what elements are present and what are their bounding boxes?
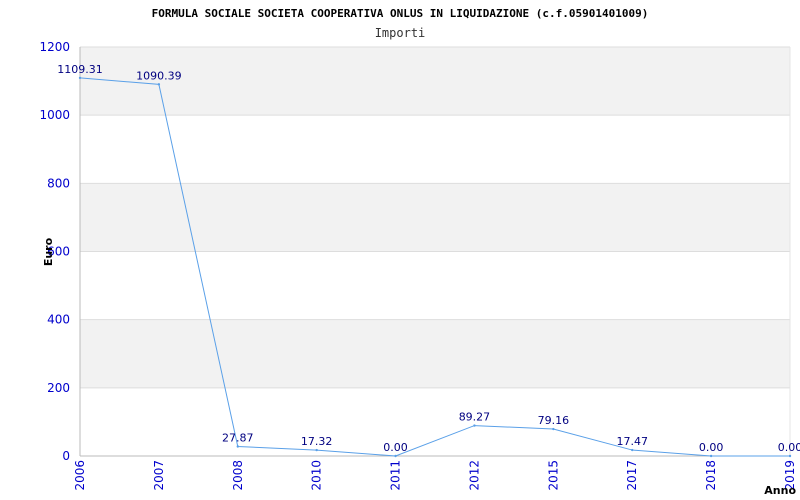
data-point — [709, 454, 713, 458]
data-label: 27.87 — [222, 432, 254, 445]
data-label: 1109.31 — [57, 63, 103, 76]
data-point — [236, 445, 239, 448]
data-label: 1090.39 — [136, 69, 182, 82]
y-tick-label: 0 — [62, 449, 70, 463]
line-chart: FORMULA SOCIALE SOCIETA COOPERATIVA ONLU… — [39, 7, 800, 497]
grid-band — [80, 319, 790, 388]
grid-bands — [80, 47, 790, 388]
data-points — [78, 76, 792, 458]
grid-band — [80, 183, 790, 252]
x-axis-label: Anno — [764, 484, 796, 497]
x-tick-label: 2010 — [310, 460, 324, 491]
x-tick-label: 2011 — [389, 460, 403, 491]
data-labels: 1109.31 1090.39 27.87 17.32 0.00 89.27 79.16 17… — [57, 63, 800, 454]
data-label: 0.00 — [383, 441, 408, 454]
data-label: 17.47 — [616, 435, 648, 448]
data-point — [631, 448, 634, 452]
data-label: 17.32 — [301, 435, 333, 448]
data-point — [78, 76, 82, 80]
y-tick-label: 200 — [47, 381, 70, 395]
y-tick-label: 800 — [47, 176, 70, 190]
data-point — [157, 83, 161, 86]
x-tick-label: 2017 — [625, 460, 639, 491]
data-point — [552, 427, 555, 431]
x-tick-label: 2012 — [467, 460, 481, 491]
data-label: 0.00 — [778, 441, 800, 454]
data-point — [788, 454, 792, 458]
y-tick-label: 1200 — [39, 40, 70, 54]
x-axis-ticks: 2006 2007 2008 2010 2011 2012 2015 2017 2018 2019 — [73, 460, 797, 491]
y-tick-label: 1000 — [39, 108, 70, 122]
x-tick-label: 2018 — [704, 460, 718, 491]
data-label: 0.00 — [699, 441, 724, 454]
series-line — [79, 77, 790, 457]
x-tick-label: 2015 — [546, 460, 560, 491]
series-line-path — [79, 77, 790, 457]
y-tick-label: 400 — [47, 313, 70, 327]
x-tick-label: 2007 — [152, 460, 166, 491]
x-tick-label: 2006 — [73, 460, 87, 491]
grid-band — [80, 47, 790, 116]
chart-title: FORMULA SOCIALE SOCIETA COOPERATIVA ONLU… — [152, 7, 649, 20]
x-tick-label: 2008 — [231, 460, 245, 491]
y-axis-label: Euro — [42, 237, 55, 266]
data-label: 79.16 — [538, 414, 570, 427]
data-label: 89.27 — [459, 411, 491, 424]
data-point — [394, 454, 397, 458]
chart-subtitle: Importi — [375, 26, 426, 40]
data-point — [473, 424, 476, 427]
data-point — [315, 448, 318, 452]
